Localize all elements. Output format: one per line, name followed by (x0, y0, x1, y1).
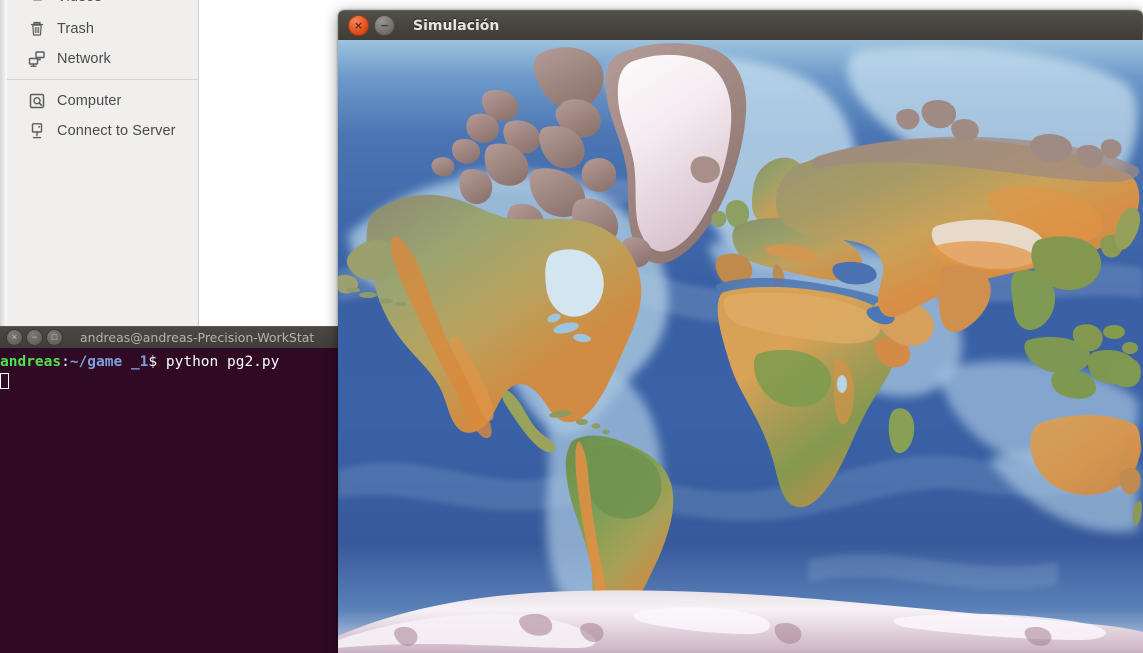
trash-icon (27, 19, 47, 39)
sidebar-item-computer[interactable]: Computer (7, 86, 198, 116)
network-icon (27, 49, 47, 69)
sidebar-divider (7, 79, 198, 80)
file-manager-sidebar: Videos Trash (7, 0, 199, 330)
desktop-screen: Videos Trash (0, 0, 1143, 653)
sidebar-item-connect-to-server[interactable]: Connect to Server (7, 116, 198, 146)
sidebar-item-connect-to-server-label: Connect to Server (57, 123, 176, 139)
terminal-path: ~/game _1 (69, 354, 149, 370)
sidebar-item-videos-label: Videos (57, 0, 102, 5)
sidebar-item-trash[interactable]: Trash (7, 14, 198, 44)
terminal-separator: : (61, 354, 70, 370)
simulacion-close-button[interactable]: × (348, 15, 369, 36)
terminal-maximize-button[interactable]: □ (46, 329, 63, 346)
terminal-command: python pg2.py (157, 354, 280, 370)
simulacion-minimize-button[interactable]: − (374, 15, 395, 36)
terminal-username: andreas (0, 354, 62, 370)
video-icon (27, 0, 47, 7)
simulacion-title: Simulación (413, 17, 500, 34)
sidebar-group-places: Videos Trash (7, 0, 198, 74)
simulacion-titlebar[interactable]: × − Simulación (338, 10, 1143, 40)
world-physical-map (338, 40, 1143, 653)
terminal-title: andreas@andreas-Precision-WorkStat (80, 330, 315, 345)
server-icon (27, 121, 47, 141)
lake-victoria (837, 375, 847, 393)
sidebar-group-devices: Computer Connect to Server (7, 86, 198, 146)
terminal-minimize-button[interactable]: − (26, 329, 43, 346)
sidebar-item-videos[interactable]: Videos (7, 0, 198, 6)
terminal-cursor (0, 373, 9, 389)
terminal-close-button[interactable]: × (6, 329, 23, 346)
sidebar-item-network-label: Network (57, 51, 111, 67)
simulacion-map-canvas[interactable] (338, 40, 1143, 653)
sidebar-item-computer-label: Computer (57, 93, 122, 109)
sidebar-item-network[interactable]: Network (7, 44, 198, 74)
computer-icon (27, 91, 47, 111)
sidebar-item-trash-label: Trash (57, 21, 95, 37)
file-manager-left-shadow (0, 0, 7, 330)
simulacion-window: × − Simulación (338, 10, 1143, 653)
terminal-symbol: $ (148, 354, 158, 370)
